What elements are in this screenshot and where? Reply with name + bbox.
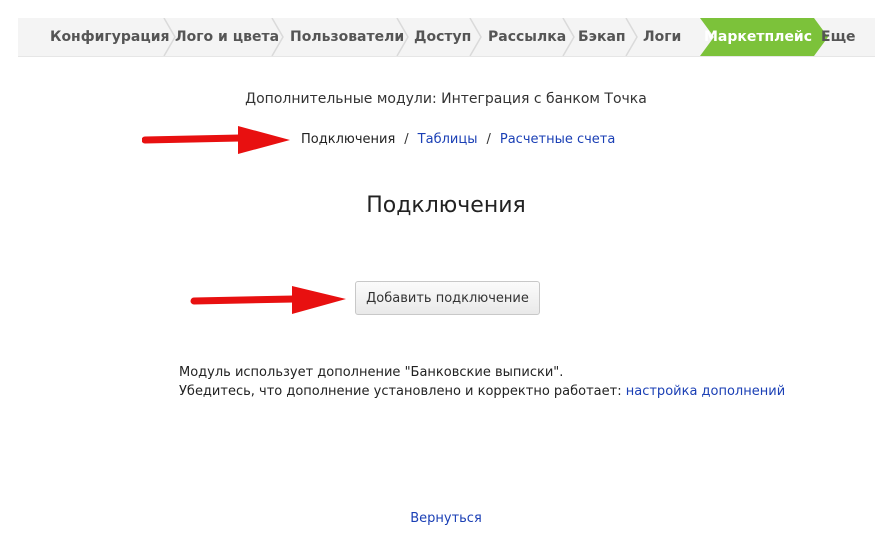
- chevron-right-icon: [163, 18, 176, 56]
- tab-separator: /: [404, 132, 409, 147]
- add-connection-button[interactable]: Добавить подключение: [355, 281, 540, 315]
- nav-item-access[interactable]: Доступ: [414, 18, 471, 56]
- red-arrow-annotation: [142, 126, 290, 154]
- chevron-right-icon: [625, 18, 638, 56]
- nav-item-marketplace[interactable]: Маркетплейс: [704, 18, 812, 56]
- nav-item-logs[interactable]: Логи: [643, 18, 681, 56]
- section-tabs: Подключения / Таблицы / Расчетные счета: [301, 132, 615, 147]
- tab-separator: /: [486, 132, 491, 147]
- chevron-right-icon: [396, 18, 409, 56]
- addon-note-line1: Модуль использует дополнение "Банковские…: [179, 365, 564, 380]
- nav-item-users[interactable]: Пользователи: [290, 18, 404, 56]
- red-arrow-annotation: [190, 286, 346, 314]
- nav-item-logo-colors[interactable]: Лого и цвета: [175, 18, 279, 56]
- nav-item-backup[interactable]: Бэкап: [578, 18, 626, 56]
- chevron-right-icon: [271, 18, 284, 56]
- page-subtitle: Дополнительные модули: Интеграция с банк…: [245, 91, 647, 107]
- nav-item-mailing[interactable]: Рассылка: [488, 18, 566, 56]
- nav-item-configuration[interactable]: Конфигурация: [50, 18, 170, 56]
- chevron-right-icon: [562, 18, 575, 56]
- back-link[interactable]: Вернуться: [410, 511, 482, 526]
- tab-accounts-link[interactable]: Расчетные счета: [500, 132, 615, 147]
- tab-tables-link[interactable]: Таблицы: [418, 132, 478, 147]
- back-link-container: Вернуться: [0, 511, 892, 526]
- admin-breadcrumb-nav: Конфигурация Лого и цвета Пользователи Д…: [18, 18, 875, 57]
- page-title: Подключения: [366, 193, 526, 218]
- addon-note-text: Убедитесь, что дополнение установлено и …: [179, 384, 622, 399]
- nav-item-more[interactable]: Еще: [821, 18, 856, 56]
- addon-settings-link[interactable]: настройка дополнений: [626, 384, 785, 399]
- addon-note: Модуль использует дополнение "Банковские…: [179, 363, 785, 401]
- addon-note-line2: Убедитесь, что дополнение установлено и …: [179, 382, 785, 401]
- tab-connections-current: Подключения: [301, 132, 396, 147]
- chevron-right-icon: [469, 18, 482, 56]
